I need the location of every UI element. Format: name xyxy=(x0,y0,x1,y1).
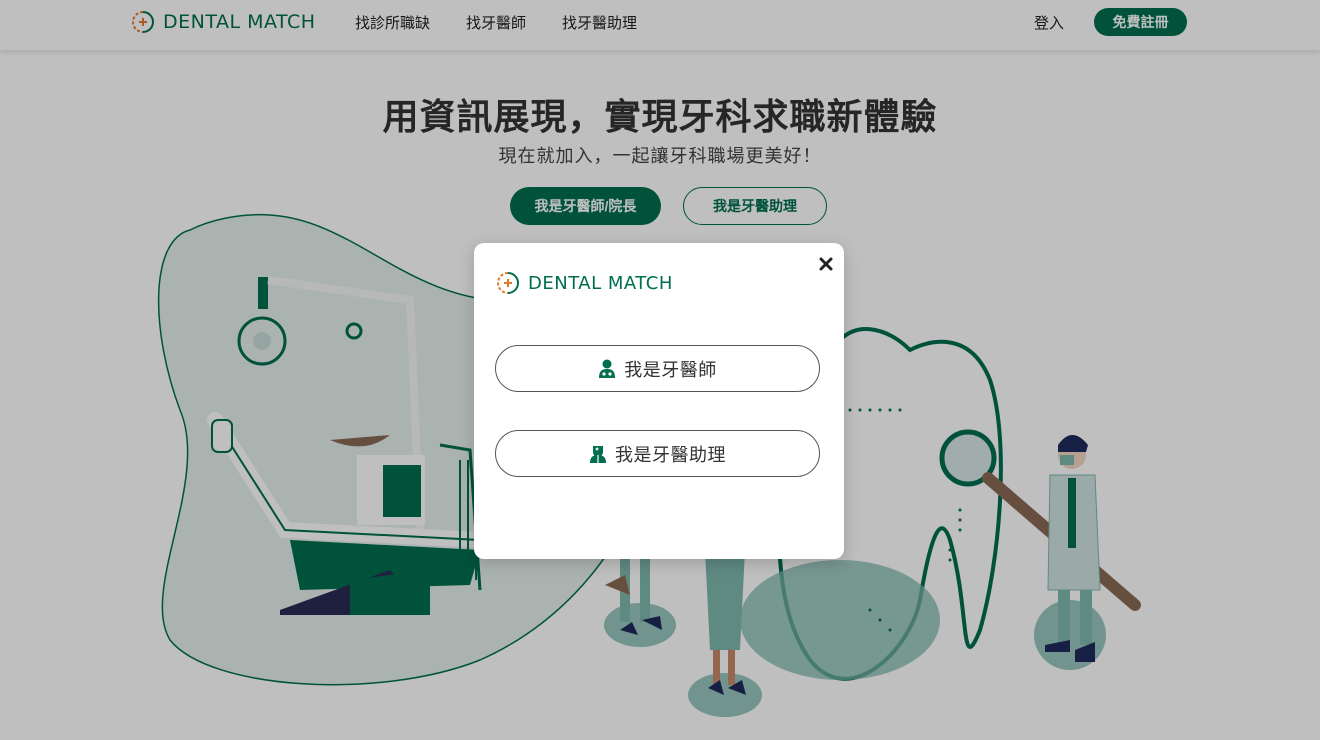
choose-dentist-button[interactable]: 我是牙醫師 xyxy=(495,345,820,392)
choose-dentist-label: 我是牙醫師 xyxy=(624,359,717,381)
dental-match-logo-icon xyxy=(497,272,519,294)
role-select-modal: DENTAL MATCH 我是牙醫師 我是牙醫助理 xyxy=(474,243,844,559)
nurse-icon xyxy=(589,444,607,464)
doctor-icon xyxy=(598,359,616,379)
choose-assistant-label: 我是牙醫助理 xyxy=(615,444,726,466)
choose-assistant-button[interactable]: 我是牙醫助理 xyxy=(495,430,820,477)
modal-logo: DENTAL MATCH xyxy=(496,271,673,295)
close-icon[interactable] xyxy=(815,253,837,275)
modal-logo-text: DENTAL MATCH xyxy=(528,272,673,294)
